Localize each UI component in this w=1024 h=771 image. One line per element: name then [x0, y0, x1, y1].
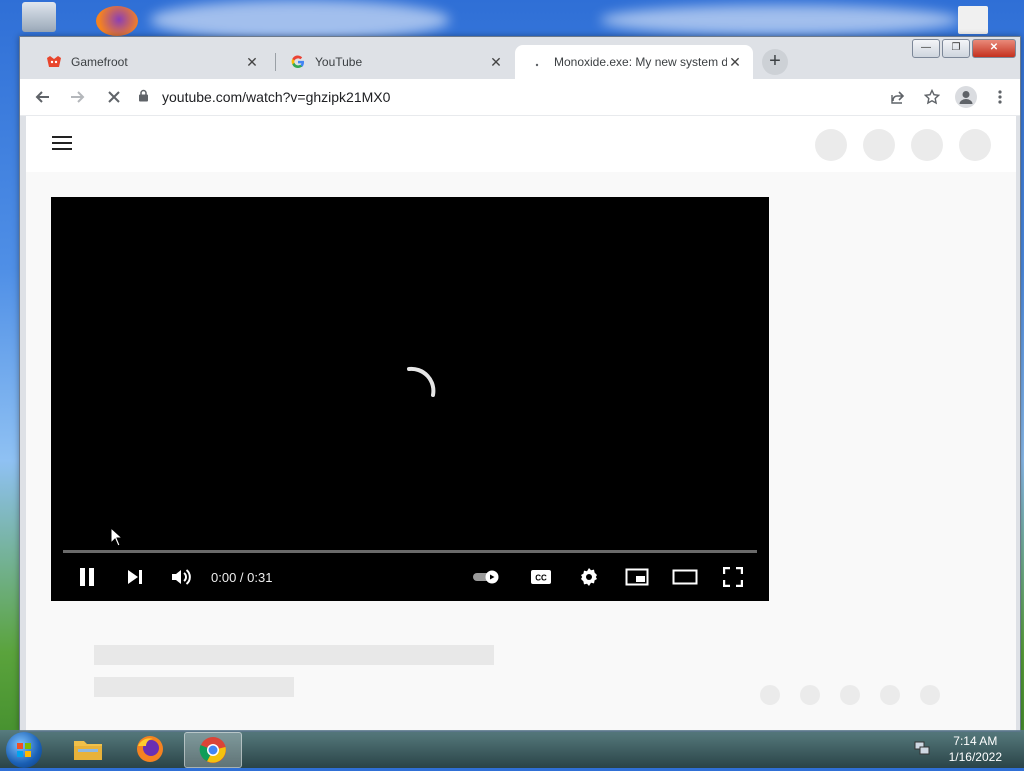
network-tray-icon[interactable] [914, 740, 930, 756]
mouse-cursor-icon [110, 527, 124, 547]
lock-icon [138, 89, 152, 105]
action-skeleton-circle [760, 685, 780, 705]
close-tab-icon[interactable]: ✕ [488, 54, 504, 71]
action-skeleton-circle [800, 685, 820, 705]
youtube-header [26, 116, 1016, 172]
file-explorer-icon[interactable] [62, 732, 114, 766]
profile-icon[interactable] [952, 83, 980, 111]
loading-icon [529, 54, 545, 70]
action-skeleton-circle [920, 685, 940, 705]
tab-gamefroot[interactable]: Gamefroot ✕ [32, 45, 270, 79]
time-display: 0:00 / 0:31 [211, 569, 273, 585]
header-skeleton-circle [959, 129, 991, 161]
desktop-cloud [150, 0, 450, 40]
start-button[interactable] [6, 732, 42, 768]
header-skeleton-circle [863, 129, 895, 161]
tab-strip: Gamefroot ✕ YouTube ✕ Monoxide.exe: My n… [20, 45, 1020, 79]
gamefroot-icon [46, 54, 62, 70]
google-icon [290, 54, 306, 70]
youtube-page: 0:00 / 0:31 CC [26, 116, 1016, 731]
desktop-cloud [600, 5, 960, 35]
firefox-icon[interactable] [124, 732, 176, 766]
forward-arrow-icon[interactable] [64, 83, 92, 111]
theater-mode-icon[interactable] [672, 561, 698, 593]
action-skeleton-circle [840, 685, 860, 705]
close-tab-icon[interactable]: ✕ [244, 54, 260, 71]
clock-date: 1/16/2022 [948, 750, 1002, 764]
menu-kebab-icon[interactable] [986, 83, 1014, 111]
header-skeleton-circle [911, 129, 943, 161]
recycle-bin-icon[interactable] [22, 2, 56, 32]
loading-spinner-icon [407, 366, 436, 397]
hamburger-menu-icon[interactable] [52, 136, 72, 152]
document-desktop-icon[interactable] [958, 6, 988, 34]
svg-text:CC: CC [535, 574, 547, 583]
share-icon[interactable] [884, 83, 912, 111]
player-controls: 0:00 / 0:31 CC [51, 561, 769, 593]
miniplayer-icon[interactable] [625, 561, 649, 593]
taskbar: 7:14 AM 1/16/2022 [0, 730, 1024, 768]
captions-icon[interactable]: CC [529, 561, 553, 593]
bookmark-star-icon[interactable] [918, 83, 946, 111]
autoplay-toggle-icon[interactable] [471, 561, 503, 593]
action-skeleton-circle [880, 685, 900, 705]
clock-time: 7:14 AM [953, 734, 998, 748]
tab-label: YouTube [315, 55, 363, 69]
address-bar[interactable]: youtube.com/watch?v=ghzipk21MX0 [138, 83, 876, 111]
tab-monoxide[interactable]: Monoxide.exe: My new system d ✕ [515, 45, 753, 79]
fullscreen-icon[interactable] [721, 561, 745, 593]
progress-bar[interactable] [63, 550, 757, 553]
firefox-desktop-icon[interactable] [96, 6, 138, 36]
toolbar-actions [884, 83, 1014, 111]
pause-icon[interactable] [75, 561, 99, 593]
close-tab-icon[interactable]: ✕ [727, 54, 743, 71]
back-arrow-icon[interactable] [28, 83, 56, 111]
settings-gear-icon[interactable] [577, 561, 601, 593]
header-skeleton-circle [815, 129, 847, 161]
video-player[interactable]: 0:00 / 0:31 CC [51, 197, 769, 601]
tab-label: Monoxide.exe: My new system d [554, 55, 727, 69]
tab-youtube[interactable]: YouTube ✕ [276, 45, 514, 79]
title-skeleton [94, 645, 494, 665]
volume-icon[interactable] [169, 561, 195, 593]
tab-label: Gamefroot [71, 55, 128, 69]
next-track-icon[interactable] [123, 561, 147, 593]
browser-toolbar: youtube.com/watch?v=ghzipk21MX0 [20, 79, 1020, 116]
chrome-icon[interactable] [184, 732, 242, 768]
chrome-window: — ❐ ✕ Gamefroot ✕ YouTube ✕ Monoxide.exe… [19, 36, 1021, 732]
channel-skeleton [94, 677, 294, 697]
stop-loading-icon[interactable] [100, 83, 128, 111]
new-tab-button[interactable]: + [762, 49, 788, 75]
url-text: youtube.com/watch?v=ghzipk21MX0 [162, 89, 391, 105]
system-clock[interactable]: 7:14 AM 1/16/2022 [949, 733, 1002, 765]
